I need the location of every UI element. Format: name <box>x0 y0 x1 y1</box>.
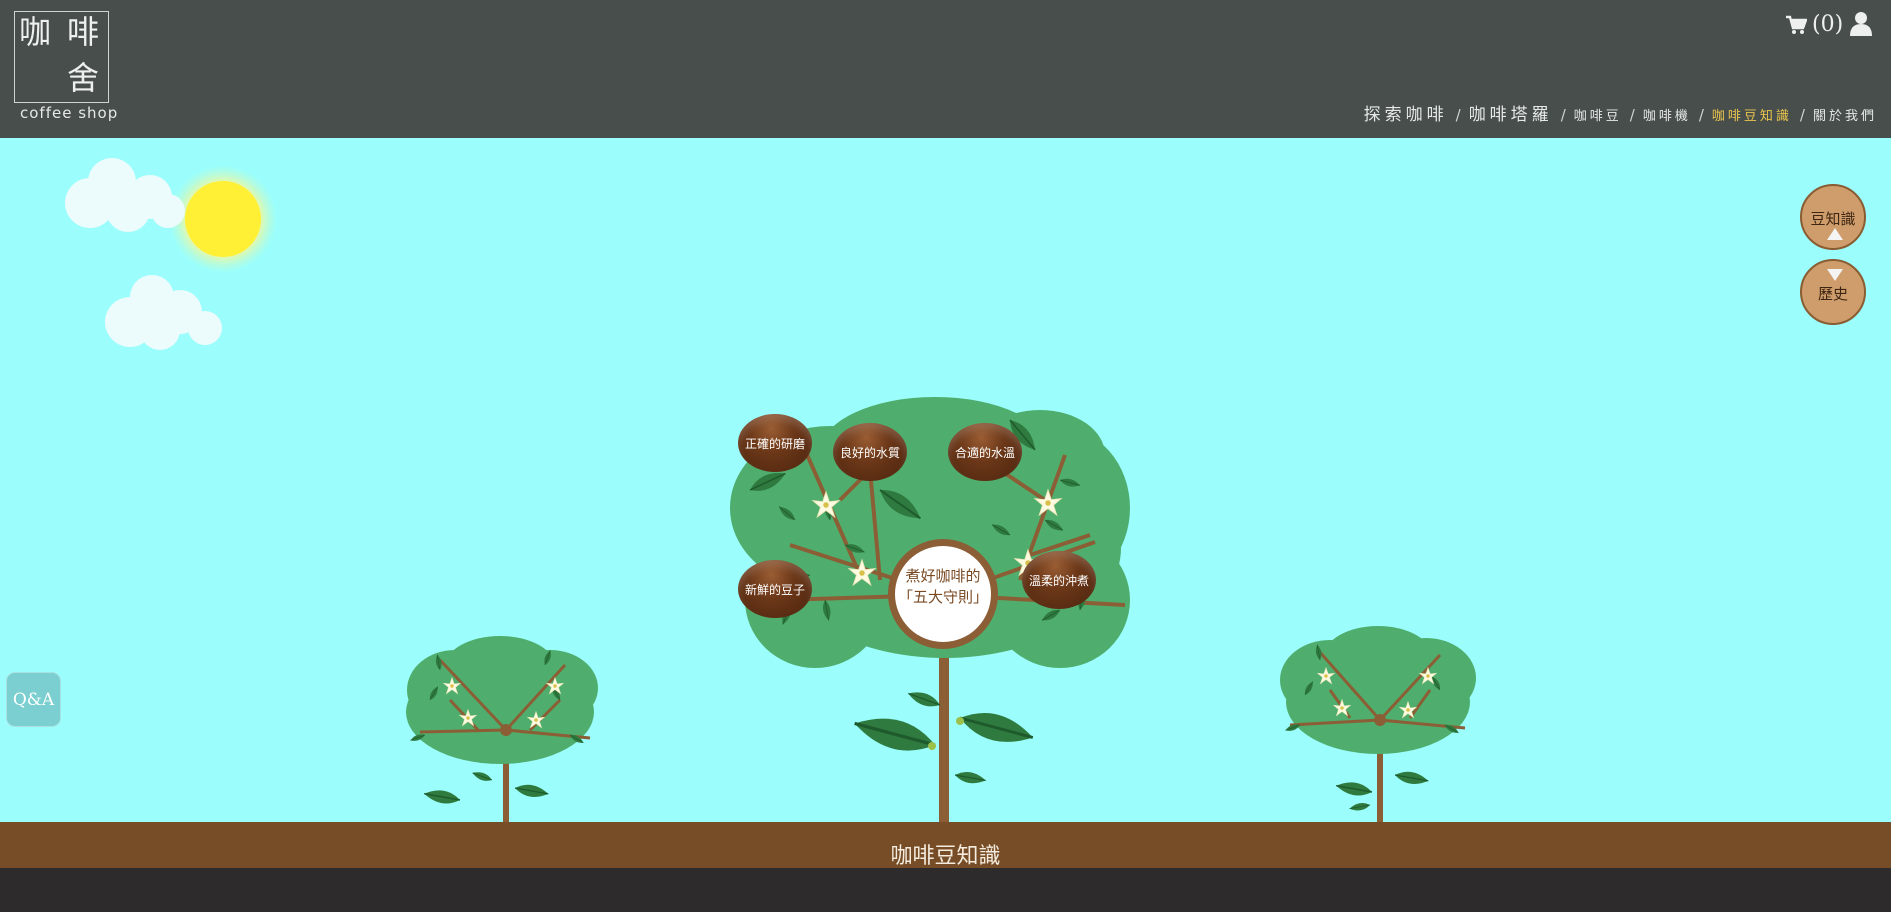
bean-button-grinding[interactable]: 正確的研磨 <box>738 414 812 472</box>
bean-button-fresh-beans[interactable]: 新鮮的豆子 <box>738 560 812 618</box>
arrow-up-icon <box>1827 228 1843 240</box>
five-rules-center[interactable]: 煮好咖啡的 「五大守則」 <box>888 539 998 649</box>
sun-icon <box>169 165 277 273</box>
knowledge-label: 豆知識 <box>1810 210 1856 228</box>
scene-illustration <box>65 158 1476 824</box>
cloud-icon <box>105 275 222 350</box>
footer-bar <box>0 868 1891 912</box>
small-tree-right <box>1280 626 1476 824</box>
cloud-icon <box>65 158 185 232</box>
qa-button[interactable]: Q&A <box>6 672 61 727</box>
center-title-line1: 煮好咖啡的 <box>905 567 981 585</box>
history-label: 歷史 <box>1817 285 1848 303</box>
bean-button-water-temp[interactable]: 合適的水溫 <box>948 423 1022 481</box>
ground-label: 咖啡豆知識 <box>890 844 1001 869</box>
center-title-line2: 「五大守則」 <box>897 588 988 606</box>
arrow-down-icon <box>1827 269 1843 281</box>
bean-button-water-quality[interactable]: 良好的水質 <box>833 423 907 481</box>
small-tree-left <box>406 636 598 824</box>
knowledge-up-button[interactable]: 豆知識 <box>1800 184 1866 250</box>
bean-button-gentle-brew[interactable]: 溫柔的沖煮 <box>1022 551 1096 609</box>
history-down-button[interactable]: 歷史 <box>1800 259 1866 325</box>
